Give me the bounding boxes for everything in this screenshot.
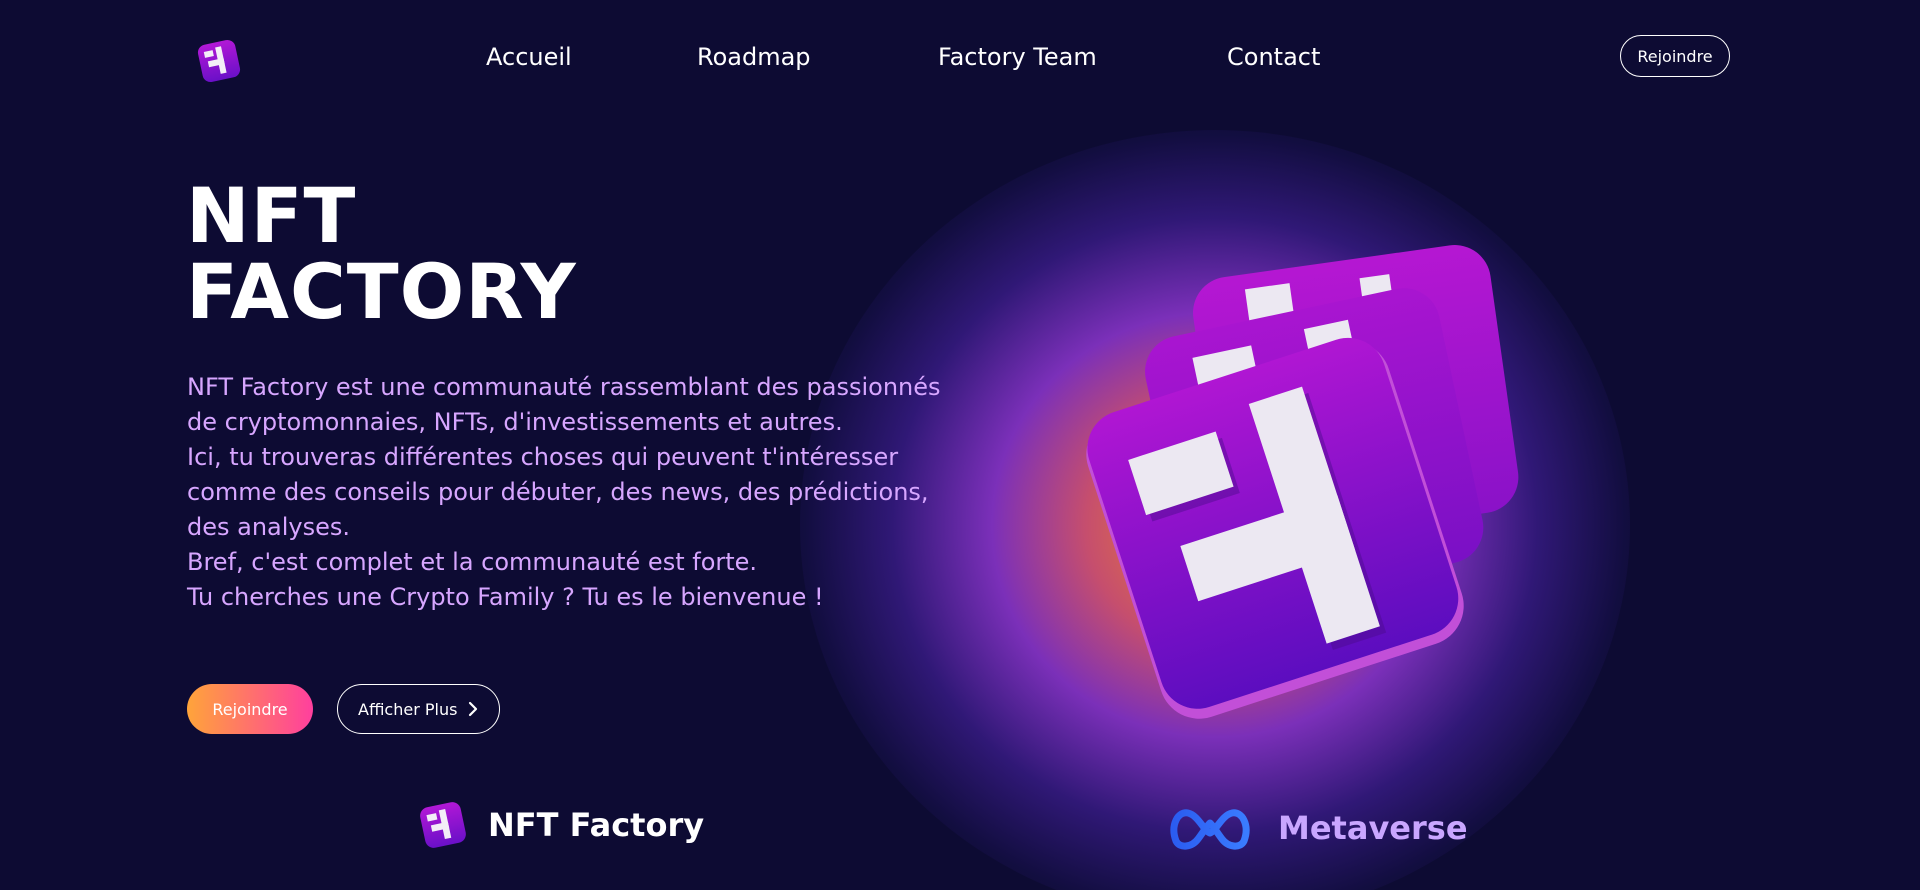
landing-page: Accueil Roadmap Factory Team Contact Rej… [0, 0, 1920, 890]
show-more-button[interactable]: Afficher Plus [337, 684, 500, 734]
nft-factory-logo-icon [420, 802, 466, 848]
nav-link-roadmap[interactable]: Roadmap [697, 43, 938, 71]
show-more-label: Afficher Plus [358, 699, 458, 719]
nav-join-button[interactable]: Rejoindre [1620, 35, 1730, 77]
stacked-nft-cards-icon [1086, 245, 1519, 719]
hero-description-line: comme des conseils pour débuter, des new… [187, 478, 929, 506]
hero-description-line: des analyses. [187, 513, 351, 541]
nav-link-factory-team[interactable]: Factory Team [938, 43, 1227, 71]
hero-description: NFT Factory est une communauté rassembla… [187, 370, 967, 615]
hero-description-line: Bref, c'est complet et la communauté est… [187, 548, 758, 576]
meta-infinity-icon [1170, 809, 1250, 850]
hero-description-line: de cryptomonnaies, NFTs, d'investissemen… [187, 408, 843, 436]
hero-description-line: Tu cherches une Crypto Family ? Tu es le… [187, 583, 824, 611]
hero-description-line: Ici, tu trouveras différentes choses qui… [187, 443, 899, 471]
hero-title: NFT FACTORY [186, 178, 577, 330]
chevron-right-icon [468, 701, 478, 717]
brand-nft-factory[interactable]: NFT Factory [418, 800, 704, 850]
nft-factory-logo-icon[interactable] [196, 38, 242, 84]
main-navigation: Accueil Roadmap Factory Team Contact [486, 36, 1320, 78]
brand-metaverse-name: Metaverse [1278, 809, 1468, 847]
hero-join-button[interactable]: Rejoindre [187, 684, 313, 734]
nav-link-accueil[interactable]: Accueil [486, 43, 697, 71]
brand-metaverse[interactable]: Metaverse [1168, 803, 1468, 853]
hero-description-line: NFT Factory est une communauté rassembla… [187, 373, 941, 401]
brand-nft-factory-name: NFT Factory [488, 806, 705, 844]
nav-link-contact[interactable]: Contact [1227, 43, 1320, 71]
hero-title-line-2: FACTORY [186, 247, 577, 336]
